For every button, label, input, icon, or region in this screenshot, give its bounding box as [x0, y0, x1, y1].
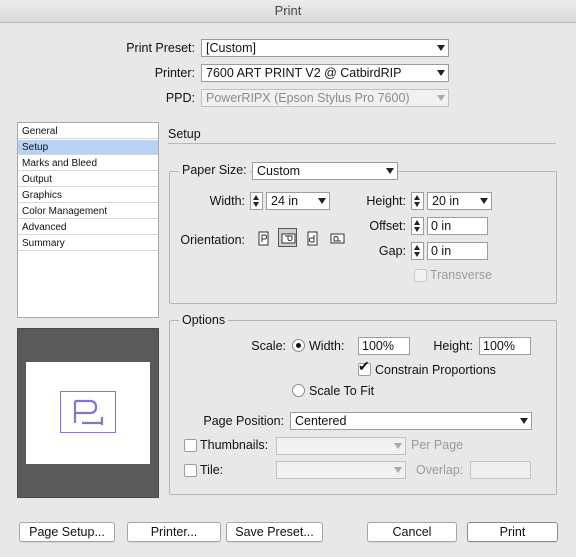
stepper-down-icon [253, 202, 259, 207]
paper-size-select[interactable]: Custom [252, 162, 398, 180]
gap-input[interactable]: 0 in [427, 242, 488, 260]
ppd-select: PowerRIPX (Epson Stylus Pro 7600) [201, 89, 449, 107]
reverse-portrait-icon[interactable] [303, 229, 322, 248]
print-preset-select[interactable]: [Custom] [201, 39, 449, 57]
chevron-down-icon [437, 45, 445, 51]
print-preview [17, 328, 159, 498]
sidebar-item-output[interactable]: Output [18, 172, 158, 187]
page-position-label: Page Position: [203, 414, 284, 428]
options-legend: Options [179, 313, 229, 327]
chevron-down-icon [386, 168, 394, 174]
thumbnails-checkbox[interactable] [184, 439, 197, 452]
tile-select [276, 461, 406, 479]
stepper-up-icon [414, 195, 420, 200]
chevron-down-icon [394, 443, 402, 449]
sidebar-item-marks-and-bleed[interactable]: Marks and Bleed [18, 156, 158, 171]
stepper-up-icon [414, 220, 420, 225]
scale-width-radio[interactable] [292, 339, 305, 352]
tile-label: Tile: [200, 463, 224, 477]
portrait-icon[interactable] [254, 229, 273, 248]
scale-height-input[interactable]: 100% [479, 337, 531, 355]
constrain-proportions-checkbox[interactable]: ✔ [358, 359, 371, 376]
sidebar-item-setup[interactable]: Setup [18, 140, 158, 155]
chevron-down-icon [520, 418, 528, 424]
sidebar-item-graphics[interactable]: Graphics [18, 188, 158, 203]
printer-value: 7600 ART PRINT V2 @ CatbirdRIP [206, 66, 402, 80]
sidebar-item-color-management[interactable]: Color Management [18, 204, 158, 219]
gap-label: Gap: [378, 244, 406, 258]
overlap-label: Overlap: [416, 463, 464, 477]
window-title: Print [0, 0, 576, 23]
page-position-value: Centered [295, 414, 347, 428]
sidebar-item-general[interactable]: General [18, 124, 158, 139]
scale-width-input[interactable]: 100% [358, 337, 410, 355]
paper-size-label: Paper Size: [179, 163, 250, 177]
sidebar-item-summary[interactable]: Summary [18, 236, 158, 251]
width-stepper[interactable] [250, 192, 263, 210]
stepper-down-icon [414, 202, 420, 207]
print-button[interactable]: Print [467, 522, 558, 542]
orientation-label: Orientation: [180, 233, 245, 247]
scale-height-label: Height: [433, 339, 473, 353]
category-list: General Setup Marks and Bleed Output Gra… [17, 122, 159, 318]
height-combo[interactable]: 20 in [427, 192, 492, 210]
chevron-down-icon [394, 467, 402, 473]
radio-selected-dot [296, 343, 301, 348]
transverse-checkbox [414, 269, 427, 282]
transverse-label: Transverse [430, 268, 493, 282]
scale-to-fit-label: Scale To Fit [309, 384, 375, 398]
stepper-up-icon [414, 245, 420, 250]
document-p-icon [73, 399, 104, 425]
width-label: Width: [209, 194, 245, 208]
reverse-landscape-icon[interactable] [328, 229, 347, 248]
chevron-down-icon [480, 198, 488, 204]
printer-button[interactable]: Printer... [127, 522, 221, 542]
preview-page [26, 362, 150, 464]
width-value: 24 in [271, 194, 299, 208]
per-page-label: Per Page [411, 438, 464, 452]
scale-to-fit-radio[interactable] [292, 384, 305, 397]
printer-select[interactable]: 7600 ART PRINT V2 @ CatbirdRIP [201, 64, 449, 82]
height-stepper[interactable] [411, 192, 424, 210]
stepper-down-icon [414, 252, 420, 257]
stepper-up-icon [253, 195, 259, 200]
page-position-select[interactable]: Centered [290, 412, 532, 430]
thumbnails-select [276, 437, 406, 455]
ppd-value: PowerRIPX (Epson Stylus Pro 7600) [206, 91, 410, 105]
scale-label: Scale: [251, 339, 286, 353]
width-combo[interactable]: 24 in [266, 192, 330, 210]
save-preset-button[interactable]: Save Preset... [226, 522, 323, 542]
gap-stepper[interactable] [411, 242, 424, 260]
paper-size-value: Custom [257, 164, 301, 178]
scale-width-label: Width: [309, 339, 345, 353]
chevron-down-icon [318, 198, 326, 204]
print-preset-label: Print Preset: [126, 41, 195, 55]
ppd-label: PPD: [165, 91, 195, 105]
cancel-button[interactable]: Cancel [367, 522, 457, 542]
offset-input[interactable]: 0 in [427, 217, 488, 235]
section-divider [168, 143, 556, 144]
tile-checkbox[interactable] [184, 464, 197, 477]
thumbnails-label: Thumbnails: [200, 438, 269, 452]
print-preset-value: [Custom] [206, 41, 257, 55]
landscape-icon[interactable] [278, 228, 297, 247]
chevron-down-icon [437, 70, 445, 76]
offset-stepper[interactable] [411, 217, 424, 235]
sidebar-item-advanced[interactable]: Advanced [18, 220, 158, 235]
page-setup-button[interactable]: Page Setup... [19, 522, 115, 542]
height-label: Height: [366, 194, 406, 208]
section-title: Setup [168, 127, 201, 141]
offset-label: Offset: [369, 219, 406, 233]
checkmark-icon: ✔ [358, 358, 370, 374]
stepper-down-icon [414, 227, 420, 232]
constrain-proportions-label: Constrain Proportions [375, 363, 496, 377]
height-value: 20 in [432, 194, 460, 208]
chevron-down-icon [437, 95, 445, 101]
overlap-input [470, 461, 531, 479]
printer-label: Printer: [154, 66, 195, 80]
preview-document [60, 391, 116, 433]
